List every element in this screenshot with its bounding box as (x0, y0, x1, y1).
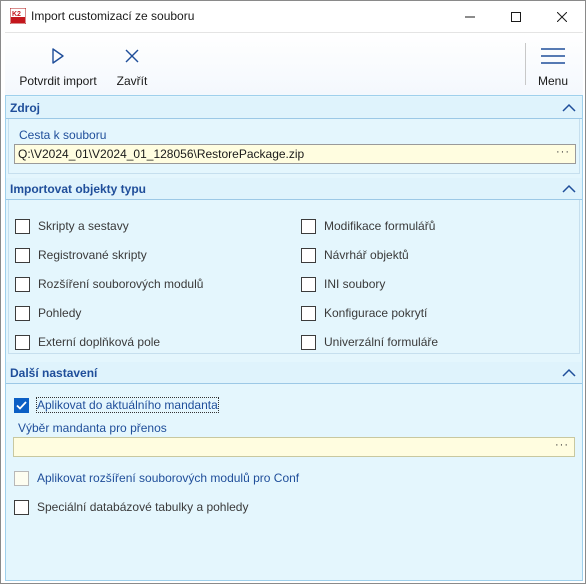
minimize-icon (465, 16, 475, 17)
checkbox-label: Konfigurace pokrytí (324, 306, 428, 320)
chevron-up-icon[interactable] (562, 102, 576, 114)
close-button[interactable]: Zavřít (113, 33, 151, 95)
path-value: Q:\V2024_01\V2024_01_128056\RestorePacka… (18, 147, 305, 161)
confirm-import-label: Potvrdit import (19, 74, 97, 88)
import-types-section-title: Importovat objekty typu (10, 182, 147, 196)
checkbox-external-fields[interactable]: Externí doplňková pole (15, 333, 160, 351)
mandant-browse-ellipsis-button[interactable]: ··· (555, 439, 569, 451)
checkbox-universal-forms[interactable]: Univerzální formuláře (301, 333, 438, 351)
checkbox-label: Návrhář objektů (324, 248, 409, 262)
checkbox-label: Rozšíření souborových modulů (38, 277, 204, 291)
close-x-icon (125, 46, 139, 66)
mandant-select-input[interactable]: ··· (13, 437, 575, 457)
maximize-button[interactable] (493, 1, 539, 32)
checkbox-box-disabled[interactable] (14, 470, 29, 486)
menu-button[interactable]: Menu (531, 33, 575, 95)
checkbox-label: INI soubory (324, 277, 386, 291)
checkbox-label: Pohledy (38, 306, 82, 320)
chevron-up-icon[interactable] (562, 367, 576, 379)
import-types-group: Skripty a sestavy Registrované skripty R… (8, 200, 580, 354)
source-group: Cesta k souboru Q:\V2024_01\V2024_01_128… (8, 119, 580, 174)
checkbox-registered-scripts[interactable]: Registrované skripty (15, 246, 147, 264)
chevron-up-icon[interactable] (562, 183, 576, 195)
checkbox-label: Univerzální formuláře (324, 335, 439, 349)
checkbox-special-tables[interactable]: Speciální databázové tabulky a pohledy (14, 498, 248, 516)
checkbox-coverage-config[interactable]: Konfigurace pokrytí (301, 304, 427, 322)
dialog-window: K2 Import customizací ze souboru Potvrdi… (0, 0, 586, 584)
checkbox-module-extensions[interactable]: Rozšíření souborových modulů (15, 275, 203, 293)
checkbox-box[interactable] (15, 276, 30, 292)
checkbox-label: Aplikovat rozšíření souborových modulů p… (37, 471, 300, 485)
checkbox-box[interactable] (301, 334, 316, 350)
menu-label: Menu (537, 74, 569, 88)
close-window-button[interactable] (539, 1, 585, 32)
checkbox-label: Speciální databázové tabulky a pohledy (37, 500, 249, 514)
checkbox-box[interactable] (15, 305, 30, 321)
checkbox-box[interactable] (15, 218, 30, 234)
checkbox-box[interactable] (301, 305, 316, 321)
checkbox-object-designer[interactable]: Návrhář objektů (301, 246, 409, 264)
maximize-icon (511, 11, 521, 22)
checkbox-label: Registrované skripty (38, 248, 147, 262)
close-icon (557, 11, 567, 22)
checkbox-scripts-reports[interactable]: Skripty a sestavy (15, 217, 129, 235)
other-settings-section-title: Další nastavení (10, 366, 98, 380)
svg-text:K2: K2 (12, 11, 21, 18)
checkbox-form-modifications[interactable]: Modifikace formulářů (301, 217, 435, 235)
checkbox-box[interactable] (15, 334, 30, 350)
window-title: Import customizací ze souboru (31, 9, 195, 23)
play-icon (51, 46, 65, 66)
toolbar-separator (525, 43, 526, 85)
path-label: Cesta k souboru (19, 128, 107, 142)
checkbox-apply-current-mandant[interactable]: Aplikovat do aktuálního mandanta (14, 396, 219, 414)
checkmark-icon (16, 400, 27, 410)
mandant-select-label: Výběr mandanta pro přenos (18, 421, 167, 435)
checkbox-views[interactable]: Pohledy (15, 304, 81, 322)
checkbox-box[interactable] (301, 218, 316, 234)
checkbox-label: Aplikovat do aktuálního mandanta (36, 397, 219, 413)
import-types-section-header[interactable]: Importovat objekty typu (6, 178, 582, 200)
app-logo-icon: K2 (10, 8, 26, 24)
source-section-title: Zdroj (10, 101, 40, 115)
checkbox-label: Externí doplňková pole (38, 335, 161, 349)
title-bar: K2 Import customizací ze souboru (1, 1, 585, 32)
path-input[interactable]: Q:\V2024_01\V2024_01_128056\RestorePacka… (14, 144, 576, 164)
content-panel: Zdroj Cesta k souboru Q:\V2024_01\V2024_… (5, 95, 583, 581)
close-label: Zavřít (116, 74, 148, 88)
checkbox-box[interactable] (301, 276, 316, 292)
toolbar: Potvrdit import Zavřít Menu (5, 32, 583, 95)
checkbox-apply-extensions-conf[interactable]: Aplikovat rozšíření souborových modulů p… (14, 469, 299, 487)
checkbox-ini-files[interactable]: INI soubory (301, 275, 385, 293)
hamburger-menu-icon (541, 46, 565, 66)
browse-ellipsis-button[interactable]: ··· (556, 146, 570, 158)
minimize-button[interactable] (447, 1, 493, 32)
checkbox-box[interactable] (15, 247, 30, 263)
other-settings-section-header[interactable]: Další nastavení (6, 362, 582, 384)
checkbox-box-checked[interactable] (14, 397, 29, 413)
confirm-import-button[interactable]: Potvrdit import (15, 33, 101, 95)
checkbox-box[interactable] (14, 499, 29, 515)
source-section-header[interactable]: Zdroj (6, 97, 582, 119)
other-settings-group: Aplikovat do aktuálního mandanta Výběr m… (8, 384, 580, 524)
checkbox-box[interactable] (301, 247, 316, 263)
checkbox-label: Skripty a sestavy (38, 219, 129, 233)
checkbox-label: Modifikace formulářů (324, 219, 436, 233)
